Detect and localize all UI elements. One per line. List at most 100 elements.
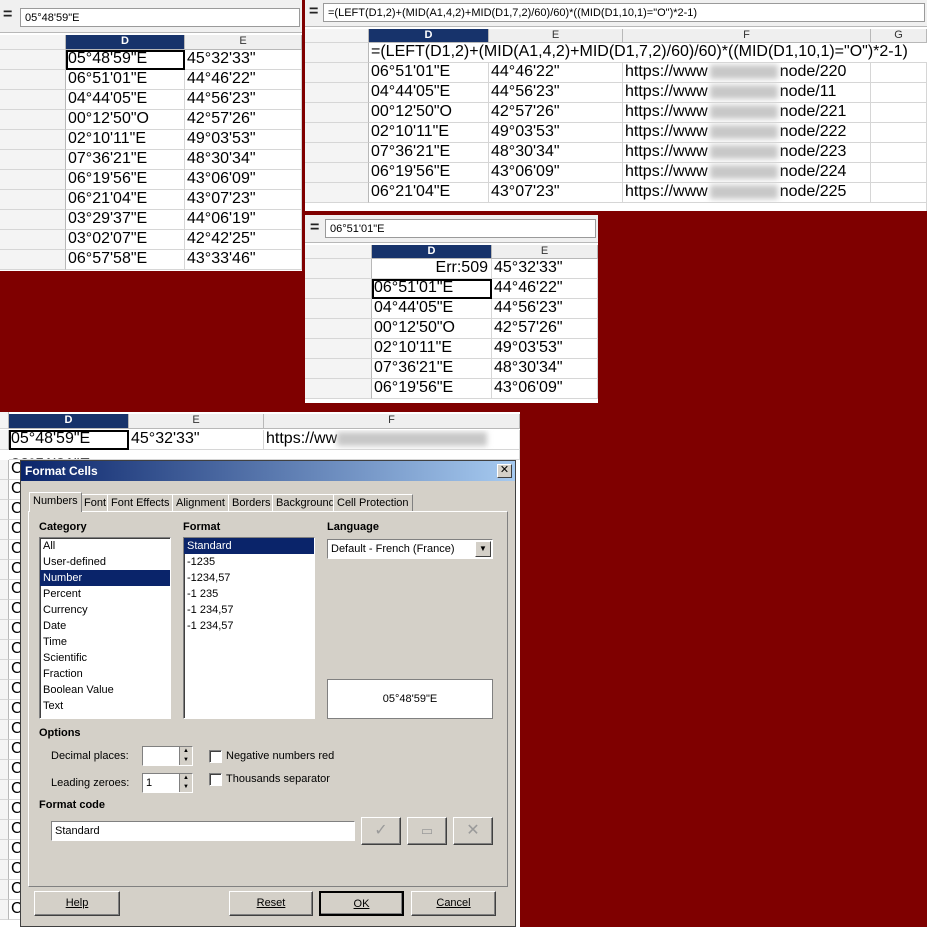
negative-numbers-red-checkbox[interactable] [209, 750, 222, 763]
cell-e[interactable]: 44°56'23" [489, 83, 623, 103]
formula-input[interactable]: 05°48'59"E [20, 8, 300, 27]
cell-d[interactable]: 04°44'05"E [369, 83, 489, 103]
column-header-e[interactable]: E [129, 414, 264, 429]
format-code-input[interactable]: Standard [51, 821, 355, 841]
formula-input[interactable]: =(LEFT(D1,2)+(MID(A1,4,2)+MID(D1,7,2)/60… [323, 3, 925, 22]
cell-d[interactable]: 02°10'11"E [369, 123, 489, 143]
cell-f[interactable]: https://www node/222 [623, 123, 871, 143]
cell-d[interactable]: 06°19'56"E [369, 163, 489, 183]
column-header-f[interactable]: F [264, 414, 520, 429]
decimal-places-stepper[interactable]: ▲ ▼ [179, 747, 192, 765]
cell-e[interactable]: 49°03'53" [185, 130, 302, 150]
cell-row2-strip[interactable]: 06°51'01"E [9, 450, 520, 460]
category-item[interactable]: Scientific [40, 650, 170, 666]
cell-d[interactable]: 04°44'05"E [66, 90, 185, 110]
cell-f[interactable]: https://www node/220 [623, 63, 871, 83]
cell-g[interactable] [871, 123, 927, 143]
cell-e[interactable]: 49°03'53" [489, 123, 623, 143]
cell-g[interactable] [871, 63, 927, 83]
category-item[interactable]: User-defined [40, 554, 170, 570]
cell-e[interactable]: 48°30'34" [489, 143, 623, 163]
cell-e[interactable]: 48°30'34" [185, 150, 302, 170]
category-item[interactable]: Boolean Value [40, 682, 170, 698]
reset-button[interactable]: Reset [229, 891, 313, 916]
cell-e[interactable]: 43°06'09" [489, 163, 623, 183]
cell-e1[interactable]: 45°32'33" [129, 430, 264, 450]
cell-d[interactable]: 05°48'59"E [66, 50, 185, 70]
column-header-d[interactable]: D [9, 414, 129, 429]
tab-cell-protection[interactable]: Cell Protection [333, 494, 413, 511]
cell-e[interactable]: 43°33'46" [185, 250, 302, 270]
cell-d[interactable]: 07°36'21"E [369, 143, 489, 163]
cell-e[interactable]: 43°06'09" [492, 379, 598, 399]
category-item[interactable]: Date [40, 618, 170, 634]
cell-d[interactable]: 02°10'11"E [372, 339, 492, 359]
cell-e[interactable]: 43°07'23" [489, 183, 623, 203]
cell-e[interactable]: 42°57'26" [492, 319, 598, 339]
cell-d1[interactable]: 05°48'59"E [9, 430, 129, 450]
check-icon[interactable]: ✓ [361, 817, 401, 845]
category-item[interactable]: Currency [40, 602, 170, 618]
language-select[interactable]: Default - French (France) [327, 539, 493, 559]
cell-g[interactable] [871, 143, 927, 163]
cell-e[interactable]: 44°46'22" [492, 279, 598, 299]
cell-e[interactable]: 44°46'22" [185, 70, 302, 90]
tab-font[interactable]: Font [80, 494, 111, 511]
cell-d[interactable]: 06°21'04"E [369, 183, 489, 203]
cell-d[interactable]: 03°02'07"E [66, 230, 185, 250]
format-item[interactable]: -1235 [184, 554, 314, 570]
cell-e[interactable]: 49°03'53" [492, 339, 598, 359]
cell-d[interactable]: 06°19'56"E [66, 170, 185, 190]
cell-f[interactable]: https://www node/225 [623, 183, 871, 203]
format-item[interactable]: -1 235 [184, 586, 314, 602]
cell-f[interactable]: https://www node/223 [623, 143, 871, 163]
category-item[interactable]: Time [40, 634, 170, 650]
cell-e[interactable]: 45°32'33" [492, 259, 598, 279]
format-list[interactable]: Standard -1235 -1234,57 -1 235 -1 234,57 -1 2… [183, 537, 315, 719]
cell-g[interactable] [871, 103, 927, 123]
formula-equals-icon[interactable]: = [310, 219, 319, 237]
cell-e[interactable]: 44°56'23" [185, 90, 302, 110]
column-header-e[interactable]: E [185, 35, 302, 50]
cell-d[interactable]: 02°10'11"E [66, 130, 185, 150]
cell-f[interactable]: https://www node/224 [623, 163, 871, 183]
cell-d[interactable]: 00°12'50"O [372, 319, 492, 339]
cell-d[interactable]: 00°12'50"O [66, 110, 185, 130]
tab-borders[interactable]: Borders [228, 494, 275, 511]
category-item[interactable]: Fraction [40, 666, 170, 682]
cell-g[interactable] [871, 83, 927, 103]
tab-font-effects[interactable]: Font Effects [107, 494, 174, 511]
format-item[interactable]: -1234,57 [184, 570, 314, 586]
format-item[interactable]: -1 234,57 [184, 618, 314, 634]
leading-zeroes-stepper[interactable]: ▲ ▼ [179, 774, 192, 792]
formula-equals-icon[interactable]: = [3, 6, 12, 24]
cell-e[interactable]: 44°06'19" [185, 210, 302, 230]
cell-f[interactable]: https://www node/221 [623, 103, 871, 123]
negative-numbers-red-label[interactable]: Negative numbers red [226, 750, 334, 762]
cell-e[interactable]: 48°30'34" [492, 359, 598, 379]
column-header-e[interactable]: E [492, 245, 598, 259]
chevron-down-icon[interactable]: ▼ [475, 541, 491, 557]
column-header-e[interactable]: E [489, 29, 623, 43]
cell-e[interactable]: 44°56'23" [492, 299, 598, 319]
cancel-button[interactable]: Cancel [411, 891, 496, 916]
thousands-separator-label[interactable]: Thousands separator [226, 773, 330, 785]
cell-d[interactable]: 06°19'56"E [372, 379, 492, 399]
cell-e[interactable]: 45°32'33" [185, 50, 302, 70]
help-button[interactable]: Help [34, 891, 120, 916]
column-header-d[interactable]: D [372, 245, 492, 259]
cell-g[interactable] [871, 163, 927, 183]
format-item[interactable]: -1 234,57 [184, 602, 314, 618]
category-item[interactable]: All [40, 538, 170, 554]
cell-d[interactable]: 06°21'04"E [66, 190, 185, 210]
cell-d[interactable]: 03°29'37"E [66, 210, 185, 230]
cell-edit-line[interactable]: =(LEFT(D1,2)+(MID(A1,4,2)+MID(D1,7,2)/60… [369, 43, 927, 63]
thousands-separator-checkbox[interactable] [209, 773, 222, 786]
cell-d[interactable]: 06°51'01"E [372, 279, 492, 299]
cell-d[interactable]: 06°51'01"E [66, 70, 185, 90]
cell-e[interactable]: 42°57'26" [489, 103, 623, 123]
cell-d[interactable]: 00°12'50"O [369, 103, 489, 123]
cell-d[interactable]: 04°44'05"E [372, 299, 492, 319]
cell-e[interactable]: 42°57'26" [185, 110, 302, 130]
cell-d[interactable]: 06°57'58"E [66, 250, 185, 270]
